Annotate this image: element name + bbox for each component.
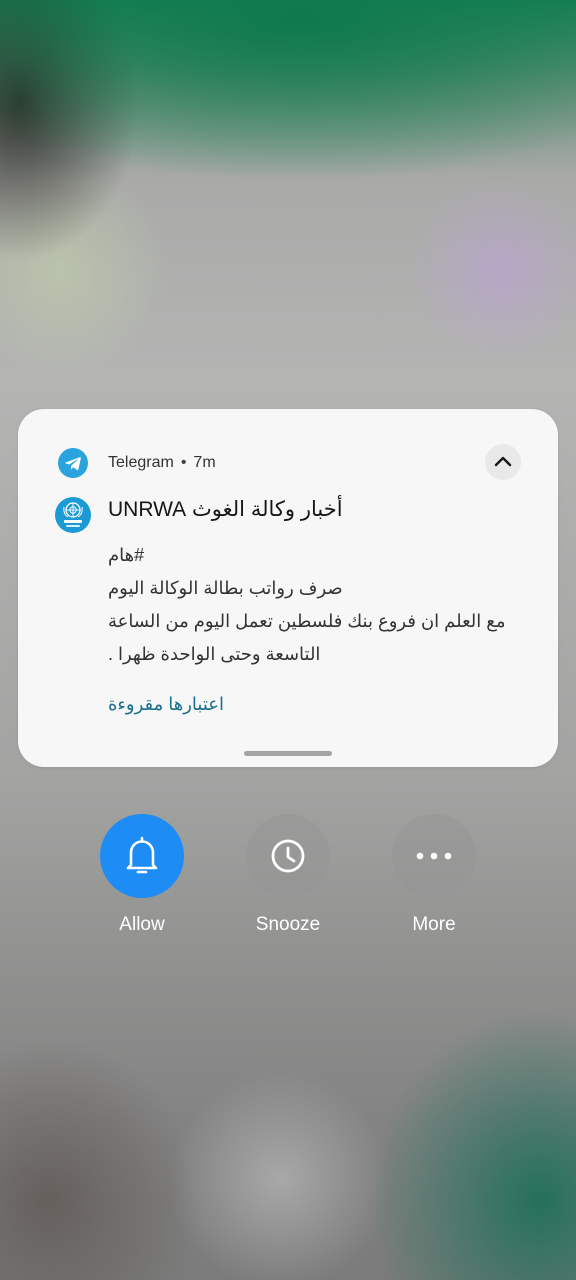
- mark-as-read-button[interactable]: اعتبارها مقروءة: [108, 694, 224, 715]
- snooze-button[interactable]: [246, 814, 330, 898]
- app-name: Telegram: [108, 454, 174, 471]
- notification-time: 7m: [193, 454, 216, 471]
- more-button[interactable]: [392, 814, 476, 898]
- drag-handle[interactable]: [244, 751, 332, 756]
- more-label: More: [412, 914, 456, 935]
- body-line: مع العلم ان فروع بنك فلسطين تعمل اليوم م…: [108, 611, 506, 631]
- notification-card[interactable]: Telegram • 7m أخبار وكالة الغوث UNRWA #هام: [18, 409, 558, 767]
- lock-screen: Telegram • 7m أخبار وكالة الغوث UNRWA #هام: [0, 0, 576, 1280]
- header-separator: •: [180, 454, 187, 471]
- unrwa-logo-icon: [55, 497, 91, 533]
- telegram-icon: [58, 448, 88, 478]
- body-line: #هام: [108, 545, 145, 565]
- chevron-up-icon: [494, 456, 512, 467]
- body-line: التاسعة وحتى الواحدة ظهرا .: [108, 644, 321, 664]
- clock-icon: [271, 839, 305, 873]
- body-line: صرف رواتب بطالة الوكالة اليوم: [108, 578, 343, 598]
- notification-header: Telegram • 7m: [108, 454, 216, 472]
- more-dots-icon: [416, 852, 452, 860]
- collapse-button[interactable]: [485, 444, 521, 480]
- notification-title: أخبار وكالة الغوث UNRWA: [108, 498, 343, 521]
- allow-label: Allow: [119, 914, 165, 935]
- allow-button[interactable]: [100, 814, 184, 898]
- bell-icon: [126, 836, 158, 874]
- snooze-label: Snooze: [255, 914, 321, 935]
- notification-body: #هام صرف رواتب بطالة الوكالة اليوم مع ال…: [108, 539, 508, 671]
